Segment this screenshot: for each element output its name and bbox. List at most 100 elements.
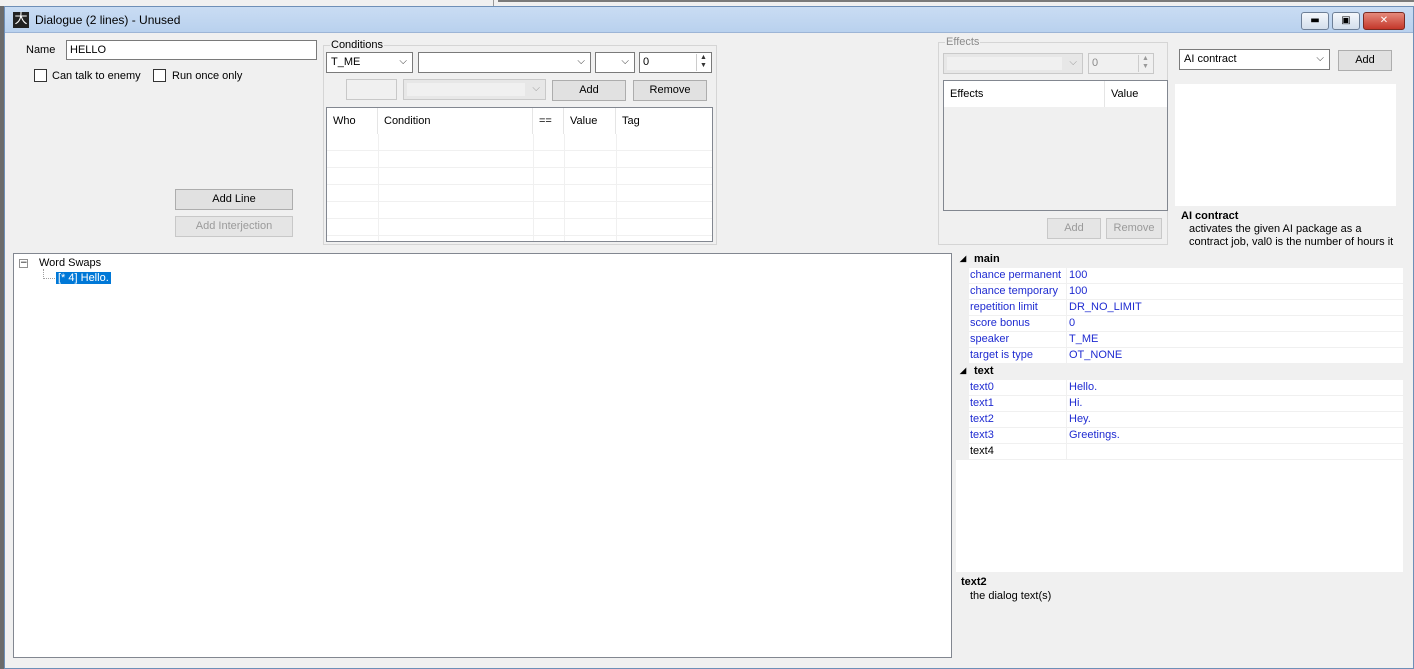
column-tag[interactable]: Tag bbox=[616, 108, 712, 134]
chevron-down-icon: ⌵ bbox=[532, 83, 540, 94]
remove-condition-button[interactable]: Remove bbox=[633, 80, 707, 101]
tree-child-node[interactable]: [* 4] Hello. bbox=[56, 272, 111, 284]
property-value[interactable]: 0 bbox=[1067, 316, 1077, 332]
tree-collapse-icon[interactable]: − bbox=[19, 259, 28, 268]
property-value[interactable]: OT_NONE bbox=[1067, 348, 1124, 364]
spinner-arrows-icon[interactable]: ▲ ▼ bbox=[1138, 55, 1152, 72]
close-icon: ✕ bbox=[1379, 15, 1389, 26]
app-icon: 大 bbox=[13, 12, 29, 28]
effect-value-spinner[interactable]: 0 ▲ ▼ bbox=[1088, 53, 1154, 74]
property-row[interactable]: text1 Hi. bbox=[956, 396, 1403, 412]
condition-value-spinner[interactable]: 0 ▲ ▼ bbox=[639, 52, 712, 73]
minimize-button[interactable]: ▬ bbox=[1301, 12, 1329, 30]
add-line-button[interactable]: Add Line bbox=[175, 189, 293, 210]
name-label: Name bbox=[26, 44, 56, 56]
property-row[interactable]: repetition limit DR_NO_LIMIT bbox=[956, 300, 1403, 316]
package-desc-title: AI contract bbox=[1181, 210, 1239, 222]
name-input[interactable]: HELLO bbox=[66, 40, 317, 60]
run-once-only-checkbox[interactable] bbox=[153, 69, 166, 82]
spinner-arrows-icon[interactable]: ▲ ▼ bbox=[696, 54, 710, 71]
condition-extra-input[interactable] bbox=[346, 79, 397, 100]
who-combo-value: T_ME bbox=[331, 56, 361, 68]
category-main-label: main bbox=[974, 253, 1000, 265]
background-divider bbox=[498, 0, 1414, 2]
property-row[interactable]: speaker T_ME bbox=[956, 332, 1403, 348]
conditions-list[interactable]: Who Condition == Value Tag bbox=[326, 107, 713, 242]
property-row[interactable]: text2 Hey. bbox=[956, 412, 1403, 428]
property-value[interactable]: 100 bbox=[1067, 268, 1089, 284]
column-effects[interactable]: Effects bbox=[944, 81, 1105, 107]
property-name: speaker bbox=[969, 332, 1067, 348]
property-name: repetition limit bbox=[969, 300, 1067, 316]
column-who[interactable]: Who bbox=[327, 108, 378, 134]
gridline bbox=[327, 235, 712, 236]
run-once-only-label: Run once only bbox=[172, 70, 243, 82]
column-effect-value[interactable]: Value bbox=[1105, 81, 1167, 107]
condition-value: 0 bbox=[643, 56, 650, 68]
property-name: text1 bbox=[969, 396, 1067, 412]
who-combo[interactable]: T_ME ⌵ bbox=[326, 52, 413, 73]
effects-list[interactable]: Effects Value bbox=[943, 80, 1168, 211]
property-value[interactable]: 100 bbox=[1067, 284, 1089, 300]
collapse-triangle-icon[interactable]: ◢ bbox=[960, 366, 966, 375]
column-equals[interactable]: == bbox=[533, 108, 564, 134]
property-row[interactable]: text3 Greetings. bbox=[956, 428, 1403, 444]
property-row[interactable]: text4 bbox=[956, 444, 1403, 460]
property-row[interactable]: target is type OT_NONE bbox=[956, 348, 1403, 364]
title-bar[interactable]: 大 Dialogue (2 lines) - Unused ▬ ▣ ✕ bbox=[5, 7, 1413, 33]
property-grid[interactable]: ◢ main chance permanent 100 chance tempor… bbox=[956, 252, 1403, 572]
property-row[interactable]: text0 Hello. bbox=[956, 380, 1403, 396]
property-value[interactable]: Hello. bbox=[1067, 380, 1099, 396]
chevron-down-icon: ⌵ bbox=[621, 56, 629, 67]
property-value[interactable]: T_ME bbox=[1067, 332, 1100, 348]
column-value[interactable]: Value bbox=[564, 108, 616, 134]
property-row[interactable]: score bonus 0 bbox=[956, 316, 1403, 332]
add-package-button[interactable]: Add bbox=[1338, 50, 1392, 71]
add-effect-button[interactable]: Add bbox=[1047, 218, 1101, 239]
property-value[interactable]: Greetings. bbox=[1067, 428, 1122, 444]
property-value[interactable]: Hey. bbox=[1067, 412, 1093, 428]
minimize-icon: ▬ bbox=[1310, 15, 1320, 26]
can-talk-to-enemy-checkbox[interactable] bbox=[34, 69, 47, 82]
chevron-down-icon: ⌵ bbox=[399, 56, 407, 67]
property-name: chance temporary bbox=[969, 284, 1067, 300]
package-desc-line1: activates the given AI package as a bbox=[1189, 223, 1362, 235]
property-row[interactable]: chance temporary 100 bbox=[956, 284, 1403, 300]
conditions-list-header: Who Condition == Value Tag bbox=[327, 108, 712, 134]
remove-effect-button[interactable]: Remove bbox=[1106, 218, 1162, 239]
chevron-down-icon: ⌵ bbox=[1316, 53, 1324, 64]
tree-root-node[interactable]: Word Swaps bbox=[39, 257, 101, 269]
gridline bbox=[327, 218, 712, 219]
package-preview-area[interactable] bbox=[1175, 84, 1396, 206]
add-interjection-button[interactable]: Add Interjection bbox=[175, 216, 293, 237]
property-desc-text: the dialog text(s) bbox=[970, 590, 1052, 602]
condition-combo[interactable]: ⌵ bbox=[418, 52, 591, 73]
package-combo[interactable]: AI contract ⌵ bbox=[1179, 49, 1330, 70]
collapse-triangle-icon[interactable]: ◢ bbox=[960, 254, 966, 263]
property-value[interactable]: Hi. bbox=[1067, 396, 1084, 412]
package-desc-line2: contract job, val0 is the number of hour… bbox=[1189, 236, 1394, 248]
tag-combo[interactable]: ⌵ bbox=[403, 79, 546, 100]
restore-button[interactable]: ▣ bbox=[1332, 12, 1360, 30]
comparison-combo[interactable]: ⌵ bbox=[595, 52, 635, 73]
effects-list-header: Effects Value bbox=[944, 81, 1167, 107]
column-condition[interactable]: Condition bbox=[378, 108, 533, 134]
chevron-down-icon: ⌵ bbox=[577, 56, 585, 67]
property-row[interactable]: chance permanent 100 bbox=[956, 268, 1403, 284]
property-name: score bonus bbox=[969, 316, 1067, 332]
property-desc-title: text2 bbox=[961, 576, 987, 588]
dialogue-tree[interactable]: − Word Swaps [* 4] Hello. bbox=[13, 253, 952, 658]
effect-combo[interactable]: ⌵ bbox=[943, 53, 1083, 74]
category-text[interactable]: ◢ text bbox=[956, 364, 1403, 380]
property-name: text4 bbox=[969, 444, 1067, 460]
category-main[interactable]: ◢ main bbox=[956, 252, 1403, 268]
close-button[interactable]: ✕ bbox=[1363, 12, 1405, 30]
effect-combo-value bbox=[947, 57, 1062, 70]
restore-icon: ▣ bbox=[1341, 15, 1351, 26]
property-name: text3 bbox=[969, 428, 1067, 444]
property-value[interactable]: DR_NO_LIMIT bbox=[1067, 300, 1144, 316]
gridline bbox=[327, 150, 712, 151]
tag-combo-value bbox=[407, 83, 525, 96]
property-value[interactable] bbox=[1067, 444, 1071, 460]
add-condition-button[interactable]: Add bbox=[552, 80, 626, 101]
